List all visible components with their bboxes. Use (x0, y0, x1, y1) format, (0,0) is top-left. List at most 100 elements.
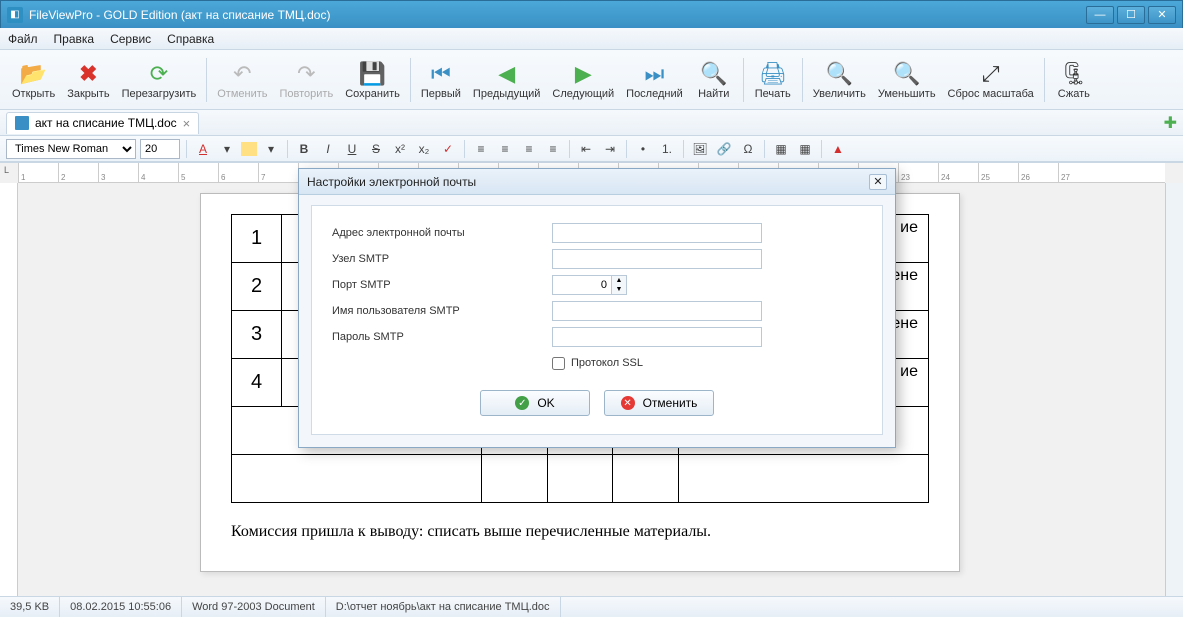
status-path: D:\отчет ноябрь\акт на списание ТМЦ.doc (326, 597, 561, 617)
sub-button[interactable]: x₂ (414, 139, 434, 159)
check-icon: ✓ (515, 396, 529, 410)
doc-icon (15, 116, 29, 130)
font-size-input[interactable] (140, 139, 180, 159)
window-titlebar: ◧ FileViewPro - GOLD Edition (акт на спи… (0, 0, 1183, 28)
main-toolbar: 📂Открыть ✖Закрыть ⟳Перезагрузить ↶Отмени… (0, 50, 1183, 110)
search-icon: 🔍 (700, 60, 728, 88)
link-button[interactable]: 🔗 (714, 139, 734, 159)
table-button[interactable]: ▦ (771, 139, 791, 159)
ssl-checkbox[interactable] (552, 357, 565, 370)
italic-button[interactable]: I (318, 139, 338, 159)
email-input[interactable] (552, 223, 762, 243)
symbol-button[interactable]: Ω (738, 139, 758, 159)
email-settings-dialog: Настройки электронной почты ✕ Адрес элек… (298, 168, 896, 448)
first-button[interactable]: ⏮Первый (415, 58, 467, 102)
undo-icon: ↶ (228, 60, 256, 88)
tab-label: акт на списание ТМЦ.doc (35, 116, 177, 130)
save-button[interactable]: 💾Сохранить (339, 58, 406, 102)
status-bar: 39,5 KB 08.02.2015 10:55:06 Word 97-2003… (0, 596, 1183, 617)
zoom-in-icon: 🔍 (825, 60, 853, 88)
dialog-titlebar: Настройки электронной почты ✕ (299, 169, 895, 195)
cancel-button[interactable]: ✕Отменить (604, 390, 714, 416)
x-icon: ✖ (74, 60, 102, 88)
redo-icon: ↷ (292, 60, 320, 88)
next-icon: ▶ (569, 60, 597, 88)
underline-button[interactable]: U (342, 139, 362, 159)
close-window-button[interactable]: ✕ (1148, 6, 1176, 24)
menu-file[interactable]: Файл (8, 32, 38, 46)
ssl-label: Протокол SSL (571, 357, 643, 369)
table-del-button[interactable]: ▦ (795, 139, 815, 159)
prev-icon: ◀ (493, 60, 521, 88)
redo-button[interactable]: ↷Повторить (274, 58, 340, 102)
vertical-scrollbar[interactable] (1165, 183, 1183, 596)
close-tab-icon[interactable]: × (183, 116, 191, 131)
maximize-button[interactable]: ☐ (1117, 6, 1145, 24)
align-justify-button[interactable]: ≡ (543, 139, 563, 159)
zoom-in-button[interactable]: 🔍Увеличить (807, 58, 872, 102)
dialog-body: Адрес электронной почты Узел SMTP Порт S… (311, 205, 883, 435)
dialog-title: Настройки электронной почты (307, 175, 476, 189)
app-icon: ◧ (7, 7, 23, 23)
prev-button[interactable]: ◀Предыдущий (467, 58, 546, 102)
menu-edit[interactable]: Правка (54, 32, 95, 46)
cancel-icon: ✕ (621, 396, 635, 410)
align-center-button[interactable]: ≡ (495, 139, 515, 159)
zip-icon: 🗜 (1060, 60, 1088, 88)
ok-button[interactable]: ✓OK (480, 390, 590, 416)
first-icon: ⏮ (427, 60, 455, 88)
reload-button[interactable]: ⟳Перезагрузить (116, 58, 203, 102)
find-button[interactable]: 🔍Найти (689, 58, 739, 102)
list-number-button[interactable]: 1. (657, 139, 677, 159)
undo-button[interactable]: ↶Отменить (211, 58, 273, 102)
document-tabs: акт на списание ТМЦ.doc × ✚ (0, 110, 1183, 136)
close-button[interactable]: ✖Закрыть (61, 58, 115, 102)
next-button[interactable]: ▶Следующий (546, 58, 620, 102)
add-tab-button[interactable]: ✚ (1164, 113, 1177, 133)
image-button[interactable]: 🖼 (690, 139, 710, 159)
spinner-down-icon[interactable]: ▼ (612, 285, 626, 294)
font-family-select[interactable]: Times New Roman (6, 139, 136, 159)
indent-inc-button[interactable]: ⇥ (600, 139, 620, 159)
spellcheck-button[interactable]: ✓ (438, 139, 458, 159)
email-label: Адрес электронной почты (332, 227, 552, 239)
window-title: FileViewPro - GOLD Edition (акт на списа… (29, 8, 1083, 22)
folder-icon: 📂 (20, 60, 48, 88)
align-left-button[interactable]: ≡ (471, 139, 491, 159)
spinner-up-icon[interactable]: ▲ (612, 276, 626, 285)
open-button[interactable]: 📂Открыть (6, 58, 61, 102)
smtp-pass-input[interactable] (552, 327, 762, 347)
pdf-button[interactable]: ▲ (828, 139, 848, 159)
bold-button[interactable]: B (294, 139, 314, 159)
table-row (232, 455, 929, 503)
document-text: Комиссия пришла к выводу: списать выше п… (231, 523, 929, 541)
dialog-close-button[interactable]: ✕ (869, 174, 887, 190)
zoom-out-button[interactable]: 🔍Уменьшить (872, 58, 942, 102)
document-tab[interactable]: акт на списание ТМЦ.doc × (6, 112, 199, 134)
zoom-reset-button[interactable]: ⤢Сброс масштаба (942, 58, 1040, 102)
menu-help[interactable]: Справка (167, 32, 214, 46)
menu-service[interactable]: Сервис (110, 32, 151, 46)
highlight-button[interactable] (241, 142, 257, 156)
smtp-pass-label: Пароль SMTP (332, 331, 552, 343)
last-button[interactable]: ⏭Последний (620, 58, 689, 102)
strike-button[interactable]: S (366, 139, 386, 159)
minimize-button[interactable]: — (1086, 6, 1114, 24)
print-button[interactable]: 🖨Печать (748, 58, 798, 102)
print-icon: 🖨 (759, 60, 787, 88)
zoom-out-icon: 🔍 (893, 60, 921, 88)
dropdown-icon[interactable]: ▾ (261, 139, 281, 159)
smtp-user-input[interactable] (552, 301, 762, 321)
font-color-button[interactable]: A (193, 139, 213, 159)
smtp-port-input[interactable] (552, 275, 612, 295)
align-right-button[interactable]: ≡ (519, 139, 539, 159)
smtp-host-input[interactable] (552, 249, 762, 269)
super-button[interactable]: x² (390, 139, 410, 159)
list-bullet-button[interactable]: • (633, 139, 653, 159)
compress-button[interactable]: 🗜Сжать (1049, 58, 1099, 102)
smtp-user-label: Имя пользователя SMTP (332, 305, 552, 317)
indent-dec-button[interactable]: ⇤ (576, 139, 596, 159)
dropdown-icon[interactable]: ▾ (217, 139, 237, 159)
last-icon: ⏭ (640, 60, 668, 88)
menu-bar: Файл Правка Сервис Справка (0, 28, 1183, 50)
